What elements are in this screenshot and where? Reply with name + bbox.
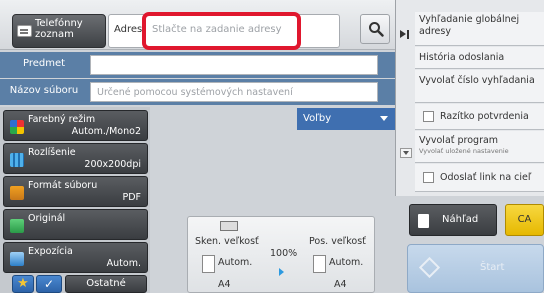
address-label: Adres (114, 24, 143, 35)
send-history-label: História odoslania (419, 52, 505, 63)
scan-size-label: Sken. veľkosť (195, 236, 259, 247)
file-format-value: PDF (122, 192, 141, 203)
send-history[interactable]: História odoslania (415, 47, 544, 69)
send-paper-icon (313, 255, 326, 273)
other-button[interactable]: Ostatné (65, 275, 147, 293)
color-mode-label: Farebný režim (28, 114, 96, 125)
exposure-icon (10, 252, 24, 266)
filename-row: Názov súboru Určené pomocou systémových … (0, 79, 395, 105)
recall-search-number-label: Vyvolať číslo vyhľadania (419, 75, 535, 86)
collapse-panel-icon[interactable] (400, 30, 406, 38)
size-preview-panel[interactable]: Sken. veľkosť Pos. veľkosť 100% Autom. A… (187, 216, 375, 293)
resolution-button[interactable]: Rozlíšenie 200x200dpi (3, 143, 148, 174)
preview-button[interactable]: Náhľad (409, 204, 497, 236)
phonebook-icon (17, 25, 32, 37)
clear-all-button[interactable]: CA (505, 204, 544, 236)
resolution-value: 200x200dpi (84, 159, 141, 170)
color-mode-button[interactable]: Farebný režim Autom./Mono2 (3, 110, 148, 141)
subject-row: Predmet (0, 52, 395, 78)
exposure-label: Expozícia (28, 246, 73, 257)
filename-label: Názov súboru (9, 85, 79, 96)
send-link-checkbox[interactable] (423, 172, 434, 183)
color-mode-icon (10, 120, 24, 134)
scan-paper-icon (202, 255, 215, 273)
recall-search-number[interactable]: Vyvolať číslo vyhľadania (415, 70, 544, 103)
arrow-right-icon (279, 268, 284, 276)
send-link-to-destination[interactable]: Odoslať link na cieľ (415, 164, 544, 192)
send-paper-value: A4 (334, 279, 347, 290)
scan-paper-value: A4 (218, 279, 231, 290)
verification-stamp-checkbox[interactable] (423, 111, 434, 122)
send-link-label: Odoslať link na cieľ (440, 172, 532, 183)
options-dropdown[interactable]: Voľby (297, 108, 395, 130)
scroll-down-icon[interactable] (400, 148, 412, 158)
original-label: Originál (28, 213, 66, 224)
preview-icon (418, 214, 429, 228)
chevron-down-icon (380, 116, 388, 121)
phonebook-button[interactable]: Telefónny zoznam (12, 14, 106, 48)
favorite-button[interactable]: ★ (12, 275, 34, 293)
collapse-bar-icon (407, 30, 409, 39)
address-placeholder: Stlačte na zadanie adresy (152, 24, 282, 35)
search-button[interactable] (360, 14, 390, 44)
global-address-search[interactable]: Vyhľadanie globálnej adresy (415, 12, 544, 46)
check-button[interactable]: ✓ (36, 275, 62, 293)
start-label: Štart (480, 262, 505, 273)
scan-mode-value: Autom. (218, 257, 253, 268)
recall-program-label: Vyvolať program (419, 135, 499, 146)
phonebook-label: Telefónny zoznam (35, 18, 83, 40)
send-size-label: Pos. veľkosť (309, 236, 366, 247)
start-button[interactable]: Štart (407, 244, 544, 293)
address-input[interactable]: Stlačte na zadanie adresy (142, 12, 301, 50)
checkmark-icon: ✓ (43, 277, 55, 291)
send-mode-value: Autom. (329, 257, 364, 268)
search-icon (369, 22, 384, 37)
options-label: Voľby (303, 113, 332, 124)
file-format-label: Formát súboru (28, 180, 98, 191)
original-icon (10, 219, 24, 233)
file-format-icon (10, 186, 24, 200)
filename-placeholder: Určené pomocou systémových nastavení (97, 87, 293, 98)
start-icon (418, 256, 441, 279)
resolution-label: Rozlíšenie (28, 147, 76, 158)
verification-stamp[interactable]: Razítko potvrdenia (415, 104, 544, 130)
recall-program[interactable]: Vyvolať program Vyvolať uložené nastaven… (415, 131, 544, 163)
file-format-button[interactable]: Formát súboru PDF (3, 176, 148, 207)
verification-stamp-label: Razítko potvrdenia (440, 111, 529, 122)
global-address-search-label: Vyhľadanie globálnej adresy (419, 14, 520, 37)
subject-input[interactable] (90, 55, 378, 75)
color-mode-value: Autom./Mono2 (71, 126, 141, 137)
original-button[interactable]: Originál (3, 209, 148, 240)
ratio-value: 100% (270, 248, 298, 259)
resolution-icon (10, 153, 24, 167)
exposure-value: Autom. (106, 258, 141, 269)
scanner-icon (220, 221, 238, 231)
filename-input[interactable]: Určené pomocou systémových nastavení (90, 82, 378, 102)
subject-label: Predmet (22, 58, 66, 69)
recall-program-sub: Vyvolať uložené nastavenie (419, 147, 509, 155)
preview-label: Náhľad (442, 214, 479, 225)
star-icon: ★ (17, 276, 29, 291)
exposure-button[interactable]: Expozícia Autom. (3, 242, 148, 273)
